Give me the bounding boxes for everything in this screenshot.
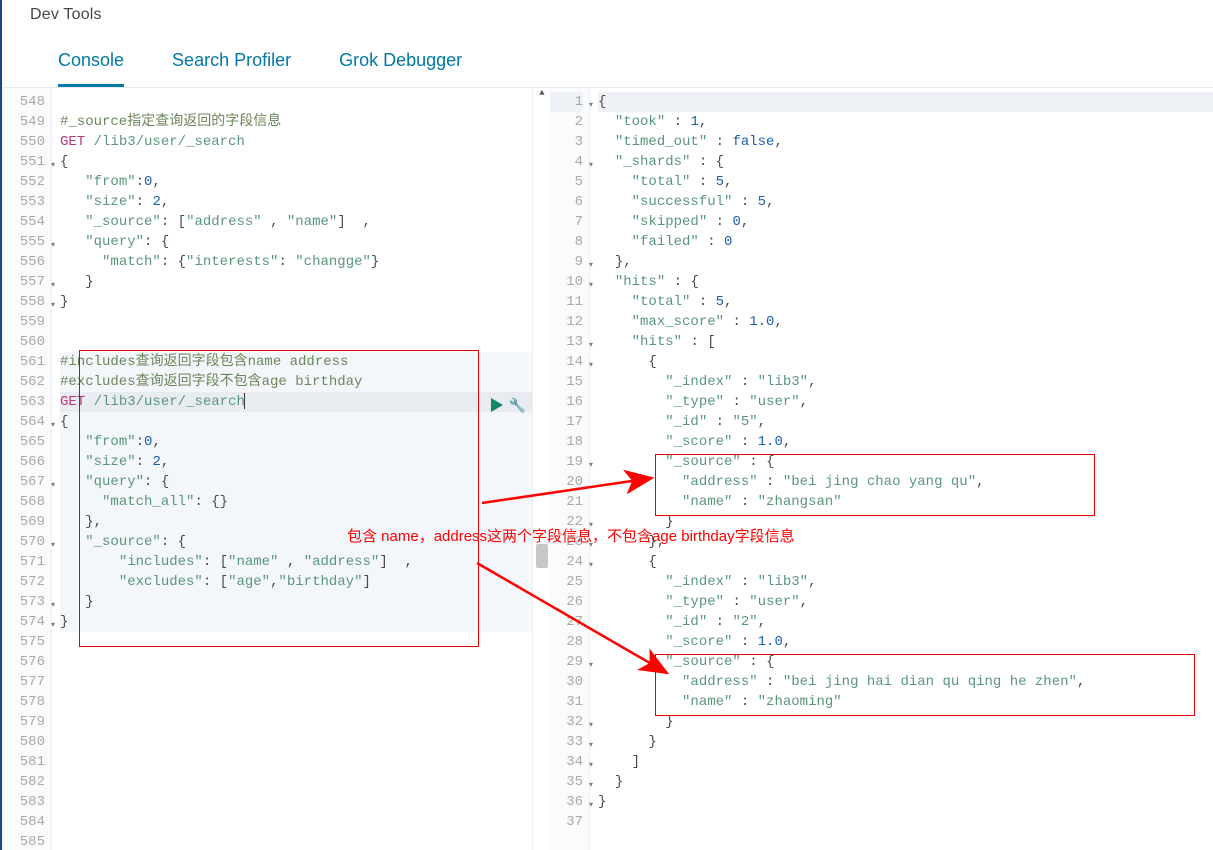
code-line[interactable]: #excludes查询返回字段不包含age birthday [60,372,532,392]
code-line[interactable]: "hits" : { [598,272,1213,292]
code-line[interactable]: } [60,612,532,632]
annotation-text: 包含 name，address这两个字段信息，不包含age birthday字段… [347,528,795,546]
header: Dev Tools Console Search Profiler Grok D… [2,0,1213,87]
code-line[interactable]: "match": {"interests": "changge"} [60,252,532,272]
code-line[interactable]: } [598,772,1213,792]
code-line[interactable] [598,812,1213,832]
code-line[interactable]: "_index" : "lib3", [598,572,1213,592]
code-line[interactable] [60,312,532,332]
code-line[interactable]: { [60,412,532,432]
code-line[interactable] [60,672,532,692]
code-line[interactable]: "address" : "bei jing hai dian qu qing h… [598,672,1213,692]
main: 548549550551▾552553554555▾556557▾558▾559… [2,87,1213,850]
code-line[interactable] [60,632,532,652]
code-line[interactable]: "_source" : { [598,652,1213,672]
code-line[interactable]: "query": { [60,232,532,252]
code-line[interactable]: } [60,592,532,612]
code-line[interactable]: { [60,152,532,172]
code-line[interactable]: } [60,272,532,292]
code-line[interactable]: "includes": ["name" , "address"] , [60,552,532,572]
code-line[interactable]: "took" : 1, [598,112,1213,132]
code-line[interactable] [60,692,532,712]
request-editor[interactable]: 🔧 #_source指定查询返回的字段信息GET /lib3/user/_sea… [52,88,532,850]
code-line[interactable]: "name" : "zhaoming" [598,692,1213,712]
code-line[interactable]: { [598,92,1213,112]
scroll-up-icon[interactable]: ▲ [536,88,548,100]
code-line[interactable]: "size": 2, [60,452,532,472]
code-line[interactable]: "from":0, [60,432,532,452]
code-line[interactable]: "successful" : 5, [598,192,1213,212]
code-line[interactable]: "match_all": {} [60,492,532,512]
code-line[interactable]: "_type" : "user", [598,392,1213,412]
code-line[interactable]: "_source": ["address" , "name"] , [60,212,532,232]
code-line[interactable]: "_index" : "lib3", [598,372,1213,392]
code-line[interactable]: "query": { [60,472,532,492]
code-line[interactable]: }, [598,252,1213,272]
code-line[interactable] [60,652,532,672]
line-tools: 🔧 [491,398,526,412]
code-line[interactable]: "skipped" : 0, [598,212,1213,232]
code-line[interactable]: GET /lib3/user/_search [60,132,532,152]
code-line[interactable] [60,332,532,352]
code-line[interactable]: "_type" : "user", [598,592,1213,612]
code-line[interactable]: "_id" : "2", [598,612,1213,632]
code-line[interactable] [60,92,532,112]
code-line[interactable]: "hits" : [ [598,332,1213,352]
code-line[interactable]: { [598,552,1213,572]
code-line[interactable]: "_id" : "5", [598,412,1213,432]
wrench-icon[interactable]: 🔧 [509,398,526,412]
code-line[interactable]: #_source指定查询返回的字段信息 [60,112,532,132]
left-line-gutter: 548549550551▾552553554555▾556557▾558▾559… [2,88,52,850]
code-line[interactable]: "total" : 5, [598,172,1213,192]
response-editor[interactable]: { "took" : 1, "timed_out" : false, "_sha… [590,88,1213,850]
code-line[interactable]: "_shards" : { [598,152,1213,172]
code-line[interactable]: "_score" : 1.0, [598,632,1213,652]
code-line[interactable] [60,832,532,850]
code-line[interactable]: { [598,352,1213,372]
code-line[interactable]: } [598,712,1213,732]
code-line[interactable]: "total" : 5, [598,292,1213,312]
code-line[interactable]: GET /lib3/user/_search [60,392,532,412]
code-line[interactable]: "_source" : { [598,452,1213,472]
code-line[interactable]: "size": 2, [60,192,532,212]
code-line[interactable]: "_score" : 1.0, [598,432,1213,452]
page-title: Dev Tools [30,4,1213,26]
tab-console[interactable]: Console [58,48,124,87]
right-line-gutter: 1▾234▾56789▾10▾111213▾14▾1516171819▾2021… [550,88,590,850]
code-line[interactable]: "name" : "zhangsan" [598,492,1213,512]
code-line[interactable] [60,752,532,772]
code-line[interactable]: "from":0, [60,172,532,192]
code-line[interactable]: #includes查询返回字段包含name address [60,352,532,372]
response-pane: 1▾234▾56789▾10▾111213▾14▾1516171819▾2021… [550,88,1213,850]
code-line[interactable]: "failed" : 0 [598,232,1213,252]
tab-grok-debugger[interactable]: Grok Debugger [339,48,462,87]
editor-scrollbar[interactable]: ▲ : [532,88,550,850]
code-line[interactable] [60,732,532,752]
tabs: Console Search Profiler Grok Debugger [30,26,1213,87]
code-line[interactable]: } [598,732,1213,752]
code-line[interactable] [60,812,532,832]
code-line[interactable]: } [60,292,532,312]
tab-search-profiler[interactable]: Search Profiler [172,48,291,87]
code-line[interactable] [60,792,532,812]
code-line[interactable]: "max_score" : 1.0, [598,312,1213,332]
code-line[interactable] [60,772,532,792]
code-line[interactable]: "excludes": ["age","birthday"] [60,572,532,592]
play-icon[interactable] [491,398,503,412]
code-line[interactable]: ] [598,752,1213,772]
scrollbar-thumb[interactable] [536,544,548,568]
request-pane: 548549550551▾552553554555▾556557▾558▾559… [2,88,532,850]
code-line[interactable] [60,712,532,732]
code-line[interactable]: "timed_out" : false, [598,132,1213,152]
code-line[interactable]: "address" : "bei jing chao yang qu", [598,472,1213,492]
code-line[interactable]: } [598,792,1213,812]
